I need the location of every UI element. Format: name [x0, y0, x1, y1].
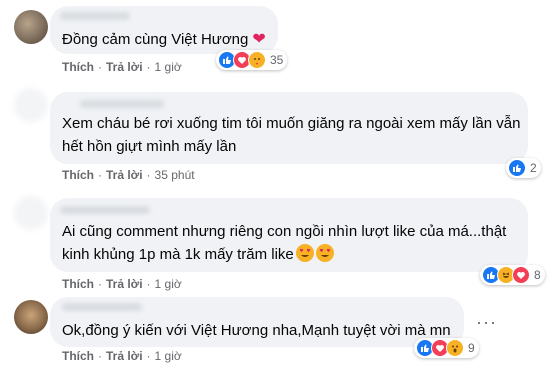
timestamp[interactable]: 1 giờ [155, 277, 182, 291]
reactions-summary[interactable]: 9 [414, 338, 479, 358]
love-icon [512, 266, 530, 284]
reactions-summary[interactable]: 8 [480, 265, 545, 285]
reaction-count: 8 [534, 268, 541, 282]
comment-actions: Thích · Trả lời · 1 giờ [62, 277, 182, 291]
comment-text: Ok,đồng ý kiến với Việt Hương nha,Mạnh t… [62, 322, 451, 339]
comment-text: Đồng cảm cùng Việt Hương ❤ [62, 31, 266, 48]
reaction-count: 9 [468, 341, 475, 355]
like-icon [508, 159, 526, 177]
heart-eyes-emoji [295, 244, 314, 262]
heart-eyes-emoji [315, 244, 334, 262]
avatar[interactable] [14, 10, 48, 44]
commenter-name[interactable] [60, 206, 150, 214]
like-button[interactable]: Thích [62, 277, 94, 291]
timestamp[interactable]: 35 phút [155, 168, 195, 182]
heart-emoji: ❤ [252, 31, 266, 48]
reactions-summary[interactable]: 35 [216, 50, 288, 70]
comment-bubble: Ai cũng comment nhưng riêng con ngồi nhì… [50, 198, 528, 272]
reaction-count: 2 [530, 161, 537, 175]
reply-button[interactable]: Trả lời [106, 168, 143, 182]
timestamp[interactable]: 1 giờ [155, 349, 182, 363]
comment-actions: Thích · Trả lời · 35 phút [62, 168, 195, 182]
comment-bubble: Ok,đồng ý kiến với Việt Hương nha,Mạnh t… [50, 297, 464, 347]
comment-actions: Thích · Trả lời · 1 giờ [62, 60, 182, 74]
comment-actions: Thích · Trả lời · 1 giờ [62, 349, 182, 363]
avatar[interactable] [14, 88, 48, 122]
comment-text-line1: Xem cháu bé rơi xuống tim tôi muốn giăng… [62, 115, 521, 132]
comment-bubble: Đồng cảm cùng Việt Hương ❤ [50, 6, 278, 54]
reply-button[interactable]: Trả lời [106, 277, 143, 291]
reaction-count: 35 [270, 53, 284, 67]
more-options-icon[interactable]: ··· [476, 312, 497, 333]
commenter-name[interactable] [60, 12, 130, 20]
timestamp[interactable]: 1 giờ [155, 60, 182, 74]
like-button[interactable]: Thích [62, 349, 94, 363]
comment-text-line1: Ai cũng comment nhưng riêng con ngồi nhì… [62, 223, 507, 240]
wow-icon [446, 339, 464, 357]
care-icon [248, 51, 266, 69]
avatar[interactable] [14, 196, 48, 230]
avatar[interactable] [14, 300, 48, 334]
reply-button[interactable]: Trả lời [106, 349, 143, 363]
like-button[interactable]: Thích [62, 168, 94, 182]
comment-text-line2: kinh khủng 1p mà 1k mấy trăm like [62, 243, 334, 266]
commenter-name[interactable] [62, 303, 142, 311]
like-button[interactable]: Thích [62, 60, 94, 74]
reactions-summary[interactable]: 2 [506, 158, 541, 178]
reply-button[interactable]: Trả lời [106, 60, 143, 74]
comment-text-line2: hết hồn giựt mình mấy lần [62, 138, 237, 155]
comment-bubble: Xem cháu bé rơi xuống tim tôi muốn giăng… [50, 92, 528, 164]
commenter-name[interactable] [80, 100, 164, 108]
